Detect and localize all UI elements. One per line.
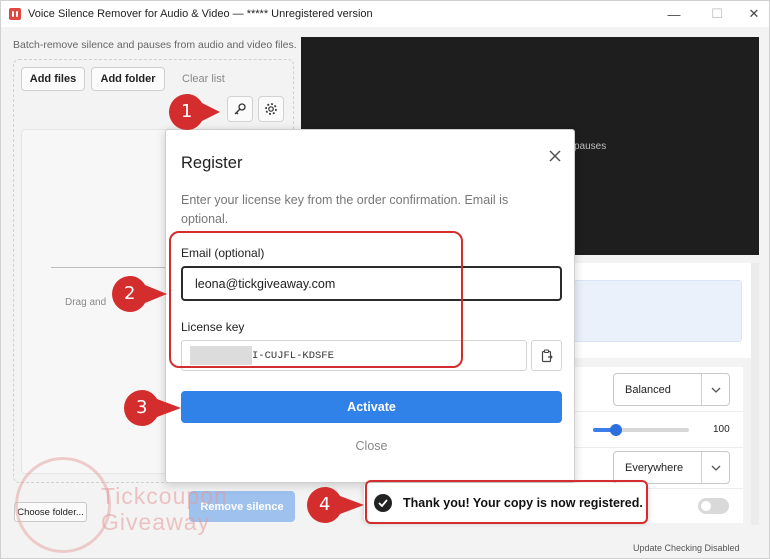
gear-icon — [265, 103, 277, 115]
settings-button[interactable] — [258, 96, 284, 122]
add-files-button[interactable]: Add files — [21, 67, 85, 91]
marker-number: 4 — [319, 494, 331, 515]
close-icon[interactable] — [547, 148, 563, 164]
toast-message: Thank you! Your copy is now registered. — [403, 495, 643, 510]
app-window: Voice Silence Remover for Audio & Video … — [0, 0, 770, 559]
dialog-title: Register — [181, 154, 243, 172]
row-divider — [573, 411, 743, 412]
status-bar-text: Update Checking Disabled — [633, 543, 740, 553]
window-title: Voice Silence Remover for Audio & Video … — [28, 8, 373, 20]
check-circle-icon — [374, 493, 392, 512]
clear-list-link[interactable]: Clear list — [182, 73, 225, 85]
email-field[interactable] — [181, 266, 562, 301]
key-icon — [234, 103, 246, 115]
maximize-button[interactable]: ☐ — [698, 1, 736, 27]
paste-button[interactable] — [531, 340, 562, 371]
chevron-down-icon — [701, 452, 729, 483]
watermark-line2: Giveaway — [101, 509, 210, 535]
dialog-close-button[interactable]: Close — [181, 439, 562, 453]
title-bar: Voice Silence Remover for Audio & Video … — [1, 1, 769, 27]
success-toast: Thank you! Your copy is now registered. — [364, 483, 648, 522]
chevron-down-icon — [701, 374, 729, 405]
row-divider — [573, 447, 743, 448]
close-window-button[interactable]: ✕ — [735, 1, 769, 27]
app-subtitle: Batch-remove silence and pauses from aud… — [13, 39, 297, 51]
watermark-line1: Tickcoupon — [101, 483, 228, 509]
position-select[interactable]: Everywhere — [613, 451, 730, 484]
preview-caption: pauses — [574, 141, 607, 152]
app-icon — [9, 8, 21, 20]
option-toggle[interactable] — [698, 498, 729, 514]
activate-button[interactable]: Activate — [181, 391, 562, 423]
register-dialog: Register Enter your license key from the… — [165, 129, 575, 483]
scrollbar[interactable] — [751, 263, 759, 525]
position-select-value: Everywhere — [625, 461, 684, 474]
license-label: License key — [181, 320, 245, 334]
email-label: Email (optional) — [181, 246, 265, 260]
dialog-description: Enter your license key from the order co… — [181, 193, 509, 226]
add-folder-button[interactable]: Add folder — [91, 67, 165, 91]
license-key-value: I-CUJFL-KDSFE — [252, 349, 334, 362]
divider — [51, 267, 169, 268]
register-key-button[interactable] — [227, 96, 253, 122]
license-key-redaction — [190, 346, 252, 365]
mode-select-value: Balanced — [625, 383, 671, 396]
info-band — [573, 280, 742, 342]
license-key-field[interactable]: I-CUJFL-KDSFE — [181, 340, 527, 371]
threshold-slider[interactable] — [593, 424, 689, 436]
annotation-marker-4: 4 — [306, 486, 364, 524]
minimize-button[interactable]: — — [655, 1, 693, 27]
mode-select[interactable]: Balanced — [613, 373, 730, 406]
watermark-logo — [15, 457, 111, 553]
clipboard-icon — [541, 348, 553, 362]
slider-value: 100 — [713, 424, 730, 435]
drag-hint-text: Drag and — [65, 297, 107, 308]
slider-handle[interactable] — [610, 424, 622, 436]
